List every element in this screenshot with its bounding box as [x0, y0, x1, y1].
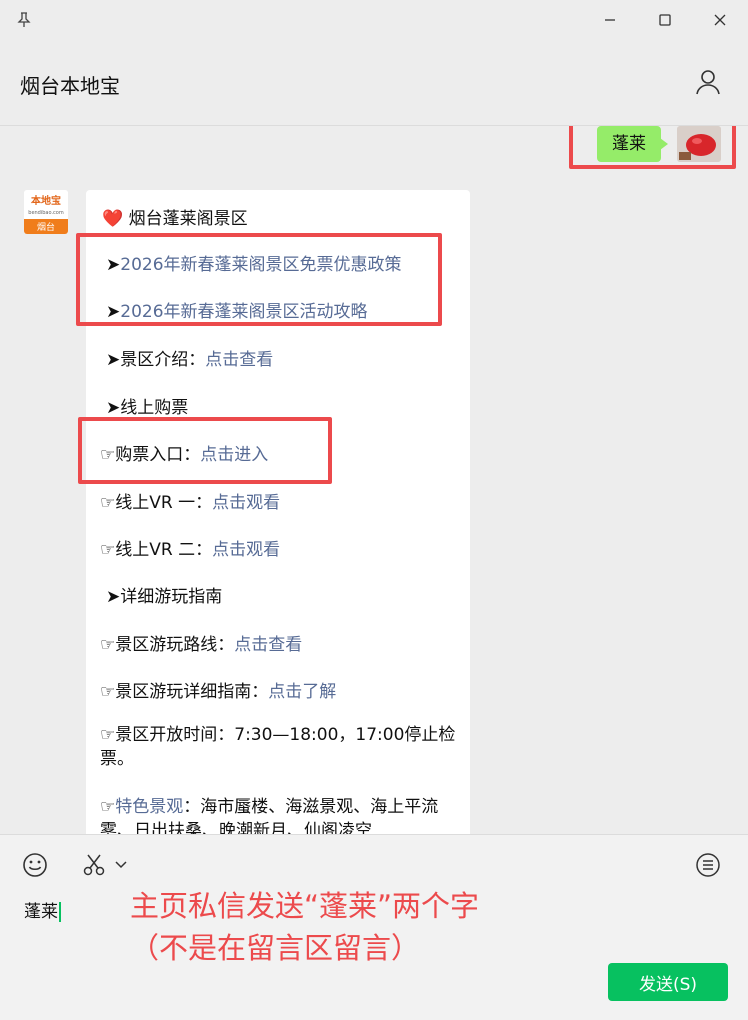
- item-prefix: ➤: [106, 302, 121, 322]
- item-prefix: ☞: [100, 725, 116, 745]
- list-item: ➤线上购票: [106, 393, 188, 418]
- item-prefix: ➤: [106, 398, 121, 418]
- item-prefix: ➤: [106, 255, 121, 275]
- item-text: 线上VR 二：: [115, 540, 213, 560]
- list-item: ☞景区游玩详细指南：点击了解: [100, 677, 336, 702]
- item-link[interactable]: 点击查看: [234, 635, 302, 655]
- message-header: ❤️ 烟台蓬莱阁景区: [102, 204, 248, 229]
- list-item: ➤景区介绍：点击查看: [106, 345, 273, 370]
- item-text: 景区介绍：: [120, 350, 206, 370]
- item-prefix: ☞: [100, 797, 116, 817]
- draft-text: 蓬莱: [24, 902, 58, 922]
- logo-text-top: 本地宝: [31, 194, 61, 207]
- list-item: ☞景区游玩路线：点击查看: [100, 630, 302, 655]
- chat-title: 烟台本地宝: [20, 74, 120, 98]
- item-text: 购票入口：: [115, 445, 201, 465]
- item-prefix: ➤: [106, 587, 121, 607]
- list-item: ☞线上VR 一：点击观看: [100, 488, 280, 513]
- item-prefix: ☞: [100, 445, 116, 465]
- item-text: 景区开放时间：7:30—18:00，17:00停止检票。: [100, 725, 456, 769]
- minimize-icon[interactable]: [598, 8, 622, 32]
- list-item: ☞景区开放时间：7:30—18:00，17:00停止检票。: [100, 723, 456, 771]
- chat-header: 烟台本地宝: [0, 40, 748, 126]
- official-account-avatar[interactable]: 本地宝 bendibao.com 烟台: [24, 190, 68, 234]
- chat-history-icon[interactable]: [694, 851, 722, 879]
- self-avatar[interactable]: [677, 126, 721, 162]
- list-item: ☞特色景观：海市蜃楼、海滋景观、海上平流雾、日出扶桑、晚潮新月、仙阁凌空: [100, 795, 456, 834]
- item-link[interactable]: 点击进入: [200, 445, 268, 465]
- list-item: ➤2026年新春蓬莱阁景区免票优惠政策: [106, 250, 402, 275]
- incoming-message-bubble: ❤️ 烟台蓬莱阁景区 ➤2026年新春蓬莱阁景区免票优惠政策 ➤2026年新春蓬…: [86, 190, 470, 834]
- item-text: 线上VR 一：: [115, 493, 213, 513]
- item-text: 详细游玩指南: [120, 587, 223, 607]
- item-link[interactable]: 2026年新春蓬莱阁景区活动攻略: [120, 302, 367, 322]
- window-titlebar: [0, 0, 748, 40]
- item-text: 景区游玩路线：: [115, 635, 235, 655]
- item-prefix: ☞: [100, 493, 116, 513]
- logo-text-middle: bendibao.com: [28, 210, 64, 216]
- profile-icon[interactable]: [694, 68, 722, 96]
- message-input-area: 蓬莱 主页私信发送“蓬莱”两个字 （不是在留言区留言） 发送(S): [0, 834, 748, 1020]
- item-prefix: ☞: [100, 540, 116, 560]
- list-item: ➤2026年新春蓬莱阁景区活动攻略: [106, 297, 368, 322]
- send-button[interactable]: 发送(S): [608, 963, 728, 1001]
- outgoing-message-row: 蓬莱: [521, 126, 721, 166]
- item-link[interactable]: 2026年新春蓬莱阁景区免票优惠政策: [120, 255, 401, 275]
- header-text: 烟台蓬莱阁景区: [128, 209, 248, 229]
- scissors-icon[interactable]: [80, 851, 108, 879]
- item-text: 线上购票: [120, 398, 189, 418]
- maximize-icon[interactable]: [653, 8, 677, 32]
- item-link[interactable]: 点击查看: [205, 350, 273, 370]
- item-link[interactable]: 点击观看: [212, 540, 280, 560]
- text-caret: [59, 902, 61, 922]
- pin-icon[interactable]: [12, 8, 36, 32]
- item-prefix: ➤: [106, 350, 121, 370]
- item-text: 景区游玩详细指南：: [115, 682, 269, 702]
- logo-text-bottom: 烟台: [37, 221, 55, 233]
- outgoing-message-bubble[interactable]: 蓬莱: [597, 126, 668, 162]
- item-prefix: ☞: [100, 682, 116, 702]
- annotation-line-2: （不是在留言区留言）: [130, 931, 421, 965]
- item-prefix: ☞: [100, 635, 116, 655]
- close-icon[interactable]: [708, 8, 732, 32]
- emoji-icon[interactable]: [21, 851, 49, 879]
- message-input-field[interactable]: 蓬莱: [24, 897, 61, 922]
- chat-messages[interactable]: 蓬莱 本地宝 bendibao.com 烟台 ❤️ 烟台蓬莱阁景区 ➤2026年…: [0, 126, 748, 834]
- item-link[interactable]: 特色景观: [115, 797, 183, 817]
- item-link[interactable]: 点击了解: [268, 682, 336, 702]
- list-item: ☞购票入口：点击进入: [100, 440, 268, 465]
- list-item: ☞线上VR 二：点击观看: [100, 535, 280, 560]
- annotation-line-1: 主页私信发送“蓬莱”两个字: [130, 889, 480, 923]
- item-link[interactable]: 点击观看: [212, 493, 280, 513]
- annotation-text: 主页私信发送“蓬莱”两个字 （不是在留言区留言）: [130, 885, 479, 969]
- chevron-down-icon[interactable]: [112, 851, 130, 879]
- heart-icon: ❤️: [102, 209, 124, 229]
- list-item: ➤详细游玩指南: [106, 582, 222, 607]
